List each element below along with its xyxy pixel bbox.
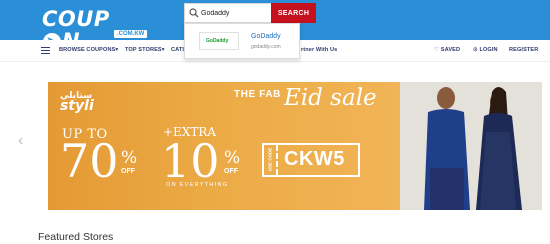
nav-browse-coupons[interactable]: BROWSE COUPONS▾ — [59, 47, 118, 53]
nav-login[interactable]: ⊙ LOGIN — [473, 47, 498, 53]
nav-register[interactable]: REGISTER — [509, 47, 538, 53]
chevron-down-icon: ▾ — [115, 47, 119, 53]
user-icon: ⊙ — [473, 47, 478, 53]
banner-discount-2: 10 — [161, 134, 220, 188]
nav-top-stores[interactable]: TOP STORES▾ — [125, 47, 165, 53]
heart-icon: ♡ — [434, 47, 440, 53]
suggestion-store-logo: GoDaddy — [199, 32, 239, 50]
carousel-prev-arrow-icon[interactable]: ‹ — [18, 132, 23, 150]
banner-eid-sale: Eid sale — [284, 85, 377, 111]
logo-badge: .COM.KW — [114, 30, 148, 38]
promo-banner[interactable]: ستايلي styli THE FAB Eid sale UP TO 70 %… — [48, 82, 542, 210]
banner-percent-2: % — [224, 148, 241, 168]
suggestion-store-name[interactable]: GoDaddy — [251, 33, 281, 40]
banner-fab: THE FAB — [234, 89, 281, 100]
banner-discount-1: 70 — [60, 134, 119, 188]
coupon-code-label-strip: USE CODE — [264, 145, 278, 175]
featured-stores-heading: Featured Stores — [38, 231, 114, 243]
banner-off-2: OFF — [224, 168, 238, 175]
banner-brand-logo: styli — [60, 98, 94, 114]
search-button[interactable]: SEARCH — [271, 3, 316, 23]
search-icon — [189, 8, 199, 18]
banner-models-image — [400, 82, 542, 210]
suggestion-store-url: godaddy.com — [251, 44, 281, 50]
search-suggestion-dropdown[interactable]: GoDaddy GoDaddy godaddy.com — [184, 23, 300, 59]
hamburger-menu-icon[interactable] — [41, 47, 50, 55]
chevron-down-icon: ▾ — [161, 47, 165, 53]
coupon-code-box: USE CODE CKW5 — [262, 143, 360, 177]
banner-off-1: OFF — [121, 168, 135, 175]
banner-promo-area: ستايلي styli THE FAB Eid sale UP TO 70 %… — [48, 82, 400, 210]
coupon-code: CKW5 — [284, 148, 345, 170]
banner-percent-1: % — [121, 148, 138, 168]
nav-partner[interactable]: rtner With Us — [301, 47, 337, 53]
nav-categories[interactable]: CATI — [171, 47, 184, 53]
nav-saved[interactable]: ♡ SAVED — [434, 47, 460, 53]
banner-on-everything: ON EVERYTHING — [166, 182, 229, 188]
